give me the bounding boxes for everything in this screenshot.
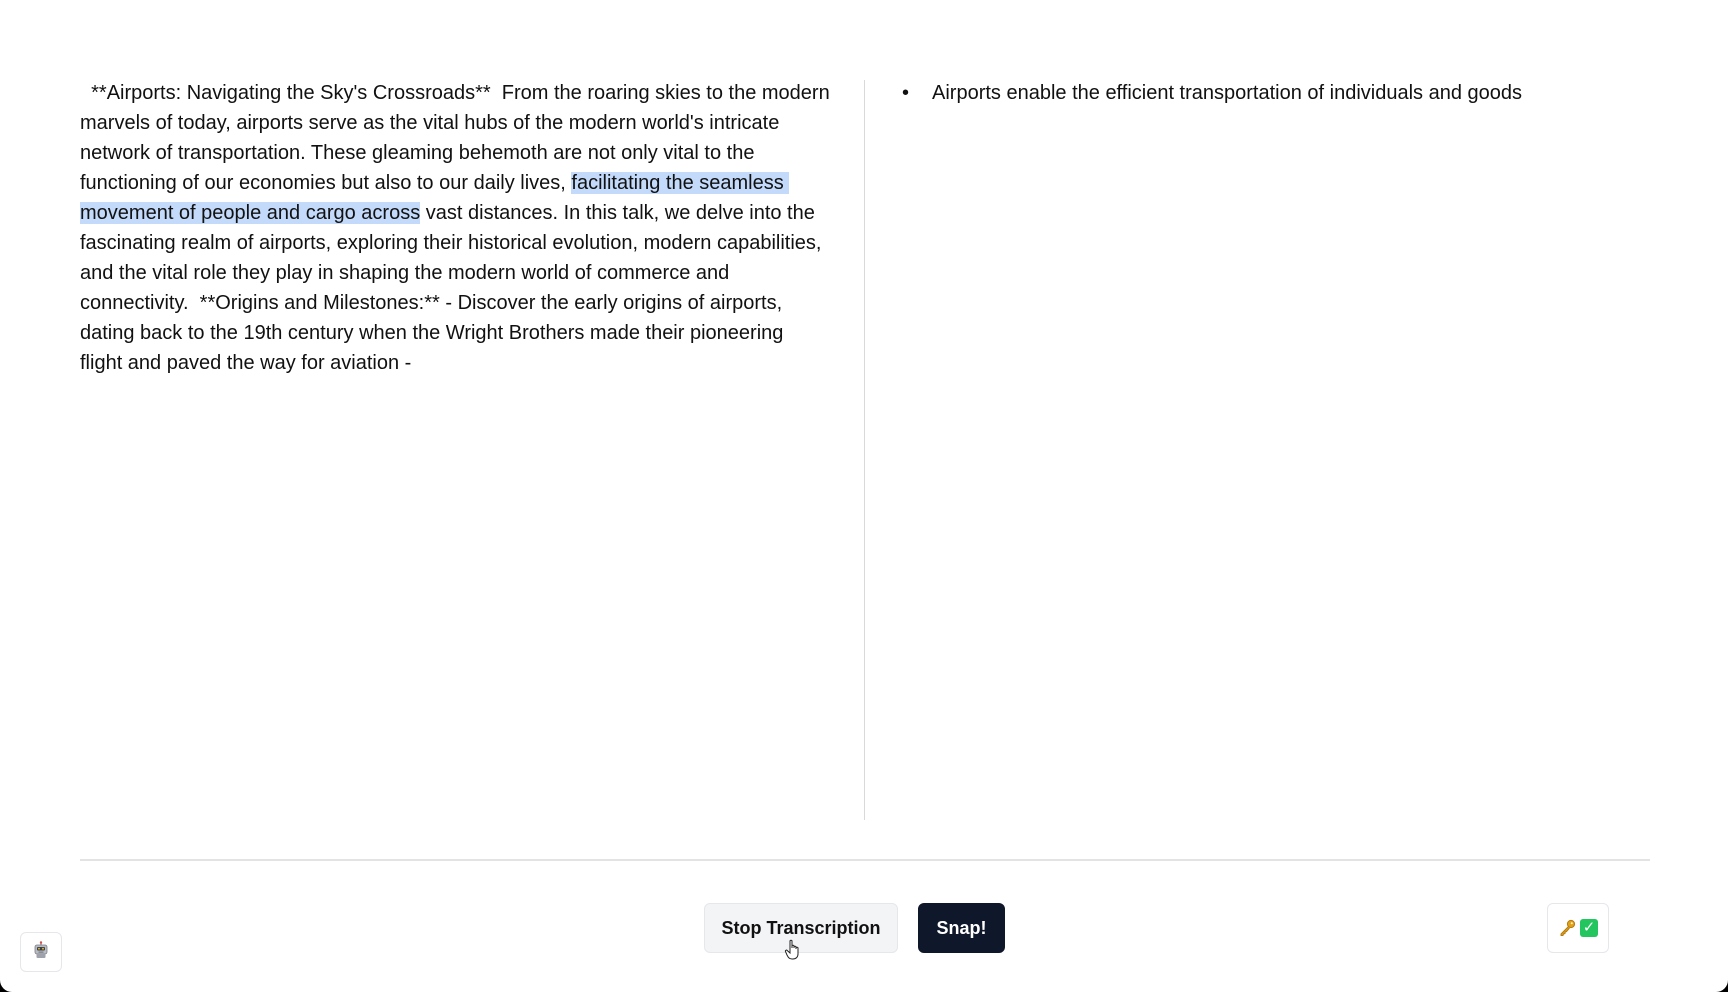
list-item: • Airports enable the efficient transpor…	[900, 78, 1660, 108]
notes-list: • Airports enable the efficient transpor…	[900, 78, 1660, 108]
bullet-icon: •	[902, 82, 910, 104]
robot-icon	[32, 940, 50, 964]
snap-button[interactable]: Snap!	[918, 903, 1005, 953]
api-key-status-button[interactable]: ✓	[1547, 903, 1609, 953]
transcript-text[interactable]: **Airports: Navigating the Sky's Crossro…	[80, 78, 830, 378]
toolbar-divider	[80, 859, 1650, 861]
transcript-text-after: vast distances. In this talk, we delve i…	[80, 202, 828, 374]
app-window: **Airports: Navigating the Sky's Crossro…	[0, 0, 1728, 992]
stop-transcription-button[interactable]: Stop Transcription	[704, 903, 898, 953]
check-icon: ✓	[1580, 919, 1598, 937]
key-icon	[1558, 919, 1576, 937]
column-divider	[864, 80, 865, 820]
note-text: Airports enable the efficient transporta…	[932, 82, 1523, 104]
robot-button[interactable]	[20, 932, 62, 972]
